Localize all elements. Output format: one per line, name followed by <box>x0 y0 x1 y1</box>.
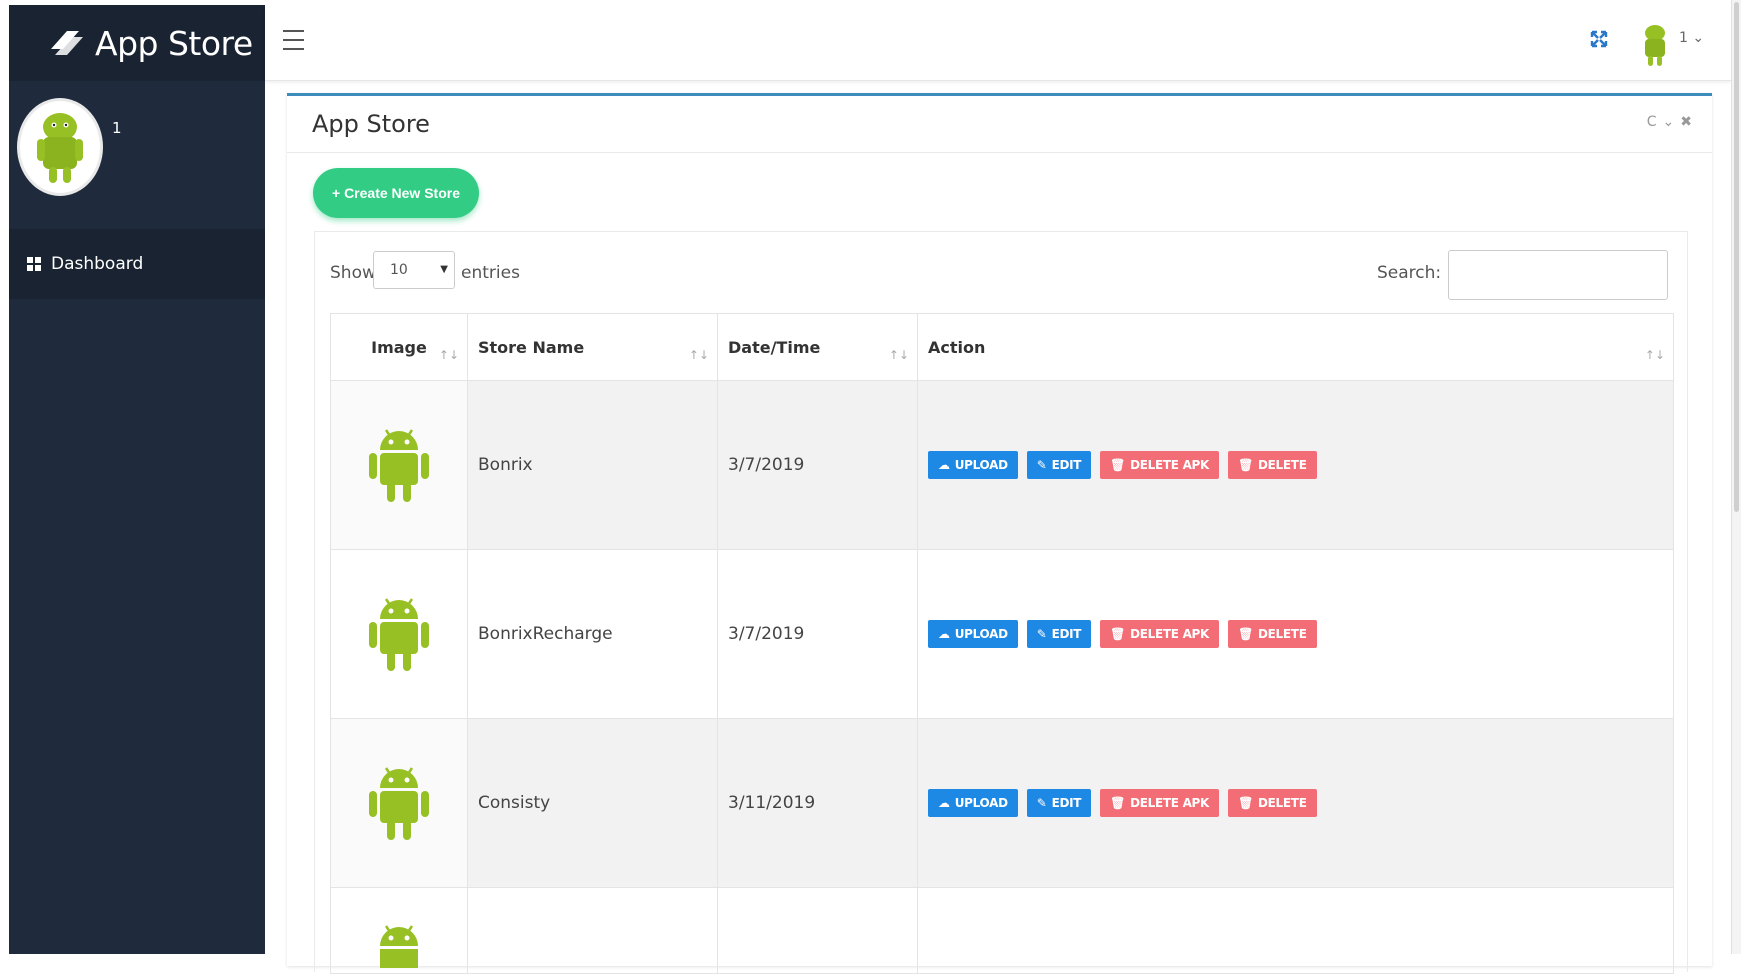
column-header-date-time[interactable]: Date/Time ↑↓ <box>717 313 918 381</box>
trash-icon: 🗑 <box>1110 627 1126 641</box>
user-avatar-icon[interactable] <box>1641 23 1669 67</box>
pencil-icon: ✎ <box>1036 796 1047 810</box>
table-row: Bonrix 3/7/2019 ☁ UPLOAD ✎ EDIT 🗑 DELETE AP… <box>330 380 1674 550</box>
sidebar-item-dashboard[interactable]: Dashboard <box>9 229 265 299</box>
column-header-image[interactable]: Image ↑↓ <box>330 313 468 381</box>
page-scrollbar[interactable] <box>1731 0 1741 954</box>
action-cell: ☁ UPLOAD ✎ EDIT 🗑 DELETE APK 🗑 DELETE <box>917 380 1674 550</box>
brand-name: App Store <box>95 23 253 63</box>
date-cell: 3/7/2019 <box>717 549 918 719</box>
avatar[interactable] <box>20 101 100 193</box>
pencil-icon: ✎ <box>1036 458 1047 472</box>
store-image-cell <box>330 718 468 888</box>
action-cell: ☁ UPLOAD ✎ EDIT 🗑 DELETE APK 🗑 DELETE <box>917 718 1674 888</box>
sort-icon: ↑↓ <box>1644 348 1665 362</box>
delete-button[interactable]: 🗑 DELETE <box>1228 620 1317 648</box>
store-image-cell <box>330 887 468 974</box>
delete-button[interactable]: 🗑 DELETE <box>1228 789 1317 817</box>
upload-button[interactable]: ☁ UPLOAD <box>928 451 1018 479</box>
page-title: App Store <box>312 110 430 138</box>
edit-button[interactable]: ✎ EDIT <box>1026 620 1092 648</box>
action-cell: ☁ UPLOAD ✎ EDIT 🗑 DELETE APK 🗑 DELETE <box>917 549 1674 719</box>
action-cell <box>917 887 1674 974</box>
user-profile: 1 <box>9 81 265 229</box>
brand[interactable]: App Store <box>9 5 265 81</box>
show-label: Show <box>330 263 376 283</box>
trash-icon: 🗑 <box>1110 458 1126 472</box>
trash-icon: 🗑 <box>1238 458 1253 472</box>
store-name-cell: Bonrix <box>467 380 718 550</box>
close-icon[interactable]: ✖ <box>1680 114 1692 130</box>
delete-apk-button[interactable]: 🗑 DELETE APK <box>1100 451 1220 479</box>
search-input[interactable] <box>1448 250 1668 300</box>
edit-button[interactable]: ✎ EDIT <box>1026 451 1092 479</box>
delete-apk-button[interactable]: 🗑 DELETE APK <box>1100 789 1220 817</box>
entries-select[interactable]: 10 ▼ <box>373 251 455 289</box>
sidebar: App Store 1 Dashboard <box>9 5 265 954</box>
user-menu[interactable]: 1 ⌄ <box>1679 30 1704 46</box>
fullscreen-icon[interactable] <box>1590 30 1608 48</box>
stores-table: Image ↑↓ Store Name ↑↓ Date/Time ↑↓ Action ↑… <box>330 313 1674 974</box>
cloud-upload-icon: ☁ <box>938 796 950 810</box>
entries-select-value: 10 <box>390 262 408 278</box>
android-icon <box>369 597 429 671</box>
brand-logo-icon <box>51 31 83 55</box>
android-icon <box>380 925 418 968</box>
android-avatar-icon <box>37 113 83 183</box>
table-row: Consisty 3/11/2019 ☁ UPLOAD ✎ EDIT 🗑 DELETE… <box>330 718 1674 888</box>
panel-tools: C ⌄ ✖ <box>1647 114 1692 130</box>
dashboard-icon <box>27 257 41 271</box>
sidebar-item-label: Dashboard <box>51 254 144 274</box>
caret-down-icon: ▼ <box>440 264 448 275</box>
column-header-action[interactable]: Action ↑↓ <box>917 313 1674 381</box>
collapse-icon[interactable]: ⌄ <box>1663 114 1675 130</box>
sort-icon: ↑↓ <box>688 348 709 362</box>
create-new-store-button[interactable]: + Create New Store <box>313 168 479 218</box>
upload-button[interactable]: ☁ UPLOAD <box>928 620 1018 648</box>
date-cell: 3/11/2019 <box>717 718 918 888</box>
store-image-cell <box>330 380 468 550</box>
panel-header: App Store C ⌄ ✖ <box>287 96 1712 153</box>
delete-apk-button[interactable]: 🗑 DELETE APK <box>1100 620 1220 648</box>
column-header-store-name[interactable]: Store Name ↑↓ <box>467 313 718 381</box>
store-name-cell <box>467 887 718 974</box>
cloud-upload-icon: ☁ <box>938 458 950 472</box>
table-row <box>330 887 1674 974</box>
trash-icon: 🗑 <box>1238 796 1253 810</box>
left-edge <box>0 0 9 954</box>
store-name-cell: Consisty <box>467 718 718 888</box>
sort-icon: ↑↓ <box>888 348 909 362</box>
entries-label: entries <box>461 263 520 283</box>
upload-button[interactable]: ☁ UPLOAD <box>928 789 1018 817</box>
edit-button[interactable]: ✎ EDIT <box>1026 789 1092 817</box>
android-icon <box>369 766 429 840</box>
table-header-row: Image ↑↓ Store Name ↑↓ Date/Time ↑↓ Action ↑… <box>330 313 1674 381</box>
menu-toggle-icon[interactable] <box>283 30 304 50</box>
store-image-cell <box>330 549 468 719</box>
table-row: BonrixRecharge 3/7/2019 ☁ UPLOAD ✎ EDIT 🗑 D… <box>330 549 1674 719</box>
date-cell: 3/7/2019 <box>717 380 918 550</box>
profile-name: 1 <box>112 119 122 137</box>
app-store-panel: App Store C ⌄ ✖ + Create New Store Show … <box>287 93 1712 974</box>
pencil-icon: ✎ <box>1036 627 1047 641</box>
trash-icon: 🗑 <box>1238 627 1253 641</box>
datatable-wrapper: Show 10 ▼ entries Search: Image ↑↓ Store … <box>314 231 1688 974</box>
date-cell <box>717 887 918 974</box>
android-icon <box>369 428 429 502</box>
delete-button[interactable]: 🗑 DELETE <box>1228 451 1317 479</box>
refresh-icon[interactable]: C <box>1647 114 1657 130</box>
cloud-upload-icon: ☁ <box>938 627 950 641</box>
search-label: Search: <box>1377 263 1442 283</box>
store-name-cell: BonrixRecharge <box>467 549 718 719</box>
sort-icon: ↑↓ <box>438 348 459 362</box>
top-bar: 1 ⌄ <box>265 5 1731 81</box>
trash-icon: 🗑 <box>1110 796 1126 810</box>
